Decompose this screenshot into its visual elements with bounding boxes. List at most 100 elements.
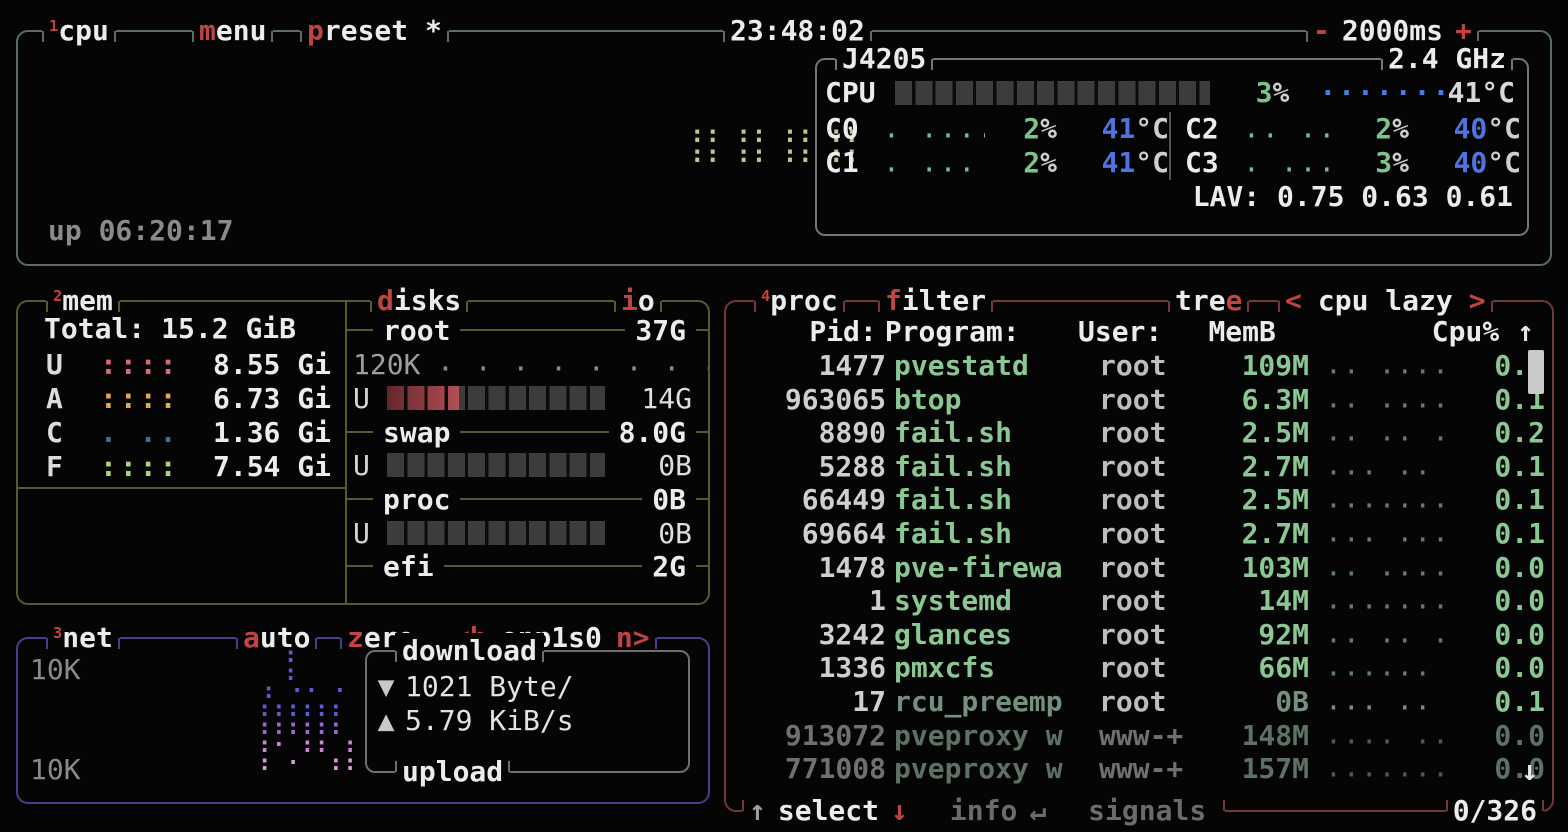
disk-used-value: 0B bbox=[605, 449, 708, 482]
process-user: root bbox=[1099, 383, 1199, 417]
header-program[interactable]: Program: bbox=[885, 315, 1078, 349]
proc-footer: ↑ select ↓ info ↵ signals bbox=[742, 793, 1225, 829]
process-user: www-+ bbox=[1099, 752, 1199, 786]
process-pid: 1336 bbox=[726, 651, 886, 685]
header-pid[interactable]: Pid: bbox=[726, 315, 877, 349]
process-row[interactable]: 1 systemd root 14M ········ 0.0 bbox=[726, 584, 1552, 618]
core-temp: 41°C bbox=[1057, 112, 1169, 146]
process-pid: 1477 bbox=[726, 349, 886, 383]
process-program: fail.sh bbox=[894, 483, 1099, 517]
process-mem: 14M bbox=[1199, 584, 1309, 618]
cpu-usage-percent: 3% bbox=[1210, 76, 1290, 110]
cpu-detail-panel: J4205 2.4 GHz CPU 3% ········· 41°C C0 ·… bbox=[815, 58, 1529, 236]
select-hint[interactable]: select bbox=[778, 793, 879, 829]
disk-proc-meter bbox=[387, 521, 605, 545]
preset-button[interactable]: preset * bbox=[300, 13, 449, 49]
tree-button[interactable]: tree bbox=[1168, 283, 1249, 319]
process-user: root bbox=[1099, 584, 1199, 618]
proc-box-title[interactable]: 4proc bbox=[754, 283, 845, 319]
mem-value: 1.36 Gi bbox=[181, 416, 331, 449]
cpu-temperature: 41°C bbox=[1448, 76, 1527, 110]
process-row[interactable]: 69664 fail.sh root 2.7M ··· ···· 0.1 bbox=[726, 517, 1552, 551]
disk-proc-header: proc0B bbox=[347, 482, 708, 516]
process-row[interactable]: 963065 btop root 6.3M ·· ····· 0.1 bbox=[726, 383, 1552, 417]
process-cpu-percent: 0.1 bbox=[1455, 450, 1545, 484]
process-cpu-percent: 0.1 bbox=[1455, 685, 1545, 719]
core-row-1-3: C1 · ··· ·· 2% 41°C C3 · ··· ·· 3% 40°C bbox=[817, 146, 1527, 180]
core-temp: 40°C bbox=[1409, 146, 1521, 180]
mem-row-used: U :::::::: 8.55 Gi bbox=[18, 347, 345, 381]
core-label: C1 bbox=[817, 146, 883, 180]
info-hint[interactable]: info bbox=[950, 793, 1017, 829]
process-row[interactable]: 1336 pmxcfs root 66M ······ · 0.0 bbox=[726, 651, 1552, 685]
disk-name: root bbox=[373, 314, 460, 347]
process-cpu-graph: ···· ·· bbox=[1309, 725, 1455, 759]
process-cpu-graph: ·· ·· · bbox=[1309, 624, 1455, 658]
process-program: fail.sh bbox=[894, 416, 1099, 450]
process-row[interactable]: 8890 fail.sh root 2.5M ·· ·· · · 0.2 bbox=[726, 416, 1552, 450]
mem-box: 2mem disks io Total:15.2 GiB U :::::::: … bbox=[16, 300, 710, 605]
disk-used-label: U bbox=[353, 517, 387, 550]
disk-size: 0B bbox=[642, 483, 696, 516]
net-graph: : · :: bbox=[258, 755, 358, 773]
mem-meter-dots: . .. . . bbox=[100, 416, 181, 449]
disk-swap-used-row: U 0B bbox=[347, 448, 708, 482]
upload-icon: ▲ bbox=[367, 704, 405, 738]
cpu-usage-row: CPU 3% ········· 41°C bbox=[817, 76, 1527, 110]
sort-prev-button[interactable]: < bbox=[1285, 284, 1302, 317]
core-temp: 40°C bbox=[1409, 112, 1521, 146]
header-user[interactable]: User: bbox=[1078, 315, 1172, 349]
process-mem: 157M bbox=[1199, 752, 1309, 786]
cpu-model-name: J4205 bbox=[835, 41, 933, 77]
header-mem[interactable]: MemB bbox=[1172, 315, 1276, 349]
process-row[interactable]: 913072 pveproxy w www-+ 148M ···· ·· 0.0 bbox=[726, 719, 1552, 753]
core-percent: 2% bbox=[985, 112, 1057, 146]
process-cpu-graph: ··· ···· bbox=[1309, 523, 1455, 557]
process-row[interactable]: 5288 fail.sh root 2.7M ··· ·· ·· 0.1 bbox=[726, 450, 1552, 484]
process-pid: 8890 bbox=[726, 416, 886, 450]
header-cpu[interactable]: Cpu% bbox=[1414, 315, 1499, 349]
process-user: root bbox=[1099, 551, 1199, 585]
process-program: pvestatd bbox=[894, 349, 1099, 383]
disk-used-label: U bbox=[353, 382, 387, 415]
mem-box-number: 2 bbox=[53, 287, 62, 305]
process-program: btop bbox=[894, 383, 1099, 417]
sort-next-button[interactable]: > bbox=[1469, 284, 1486, 317]
cpu-box-title[interactable]: 1cpu bbox=[42, 13, 116, 49]
mem-key: U bbox=[46, 348, 84, 381]
process-row[interactable]: 1478 pve-firewa root 103M ·· ···· 0.0 bbox=[726, 551, 1552, 585]
process-table-body: 1477 pvestatd root 109M ·· ···· 0.0 9630… bbox=[726, 349, 1552, 786]
filter-button[interactable]: filter bbox=[878, 283, 993, 319]
process-user: root bbox=[1099, 349, 1199, 383]
process-cpu-percent: 0.0 bbox=[1455, 551, 1545, 585]
process-row[interactable]: 66449 fail.sh root 2.5M ······· 0.1 bbox=[726, 483, 1552, 517]
process-cpu-graph: ·· ·· · · bbox=[1309, 422, 1455, 456]
disk-swap-header: swap8.0G bbox=[347, 415, 708, 449]
core-label: C3 bbox=[1177, 146, 1243, 180]
process-pid: 5288 bbox=[726, 450, 886, 484]
process-pid: 69664 bbox=[726, 517, 886, 551]
cpu-usage-meter bbox=[895, 81, 1210, 105]
process-row[interactable]: 771008 pveproxy w www-+ 157M ······· 0.0 bbox=[726, 752, 1552, 786]
mem-key: F bbox=[46, 450, 84, 483]
core-label: C0 bbox=[817, 112, 883, 146]
process-row[interactable]: 17 rcu_preemp root 0B ··· ·· · 0.1 bbox=[726, 685, 1552, 719]
auto-button[interactable]: auto bbox=[236, 620, 317, 656]
menu-button[interactable]: menu bbox=[192, 13, 273, 49]
process-mem: 2.5M bbox=[1199, 416, 1309, 450]
process-row[interactable]: 1477 pvestatd root 109M ·· ···· 0.0 bbox=[726, 349, 1552, 383]
net-box-title[interactable]: 3net bbox=[46, 620, 120, 656]
disk-name: efi bbox=[373, 550, 444, 583]
scrollbar-thumb[interactable] bbox=[1528, 350, 1544, 394]
process-mem: 103M bbox=[1199, 551, 1309, 585]
disk-name: swap bbox=[373, 416, 460, 449]
select-up-icon[interactable]: ↑ bbox=[749, 793, 766, 829]
core-c2: C2 ·· ··· · 2% 40°C bbox=[1169, 112, 1521, 146]
process-row[interactable]: 3242 glances root 92M ·· ·· · 0.0 bbox=[726, 618, 1552, 652]
select-down-icon[interactable]: ↓ bbox=[891, 793, 908, 829]
signals-hint[interactable]: signals bbox=[1088, 793, 1206, 829]
process-pid: 3242 bbox=[726, 618, 886, 652]
sort-direction-arrow-icon: ↑ bbox=[1499, 315, 1552, 349]
download-label: download bbox=[395, 633, 544, 669]
interval-decrease-button[interactable]: - bbox=[1313, 14, 1330, 47]
